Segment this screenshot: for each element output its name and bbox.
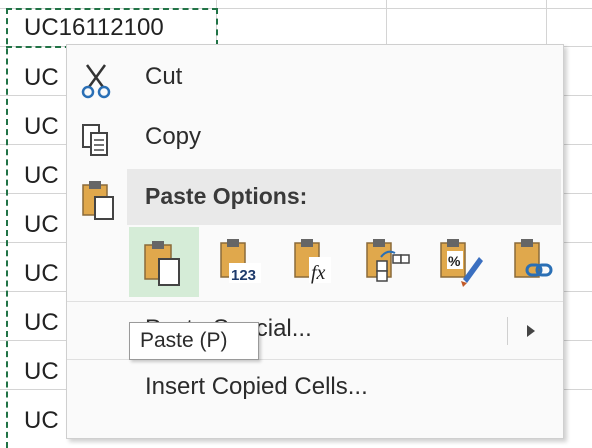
clipboard-icon [79,177,115,220]
paste-formulas-badge: fx [311,262,326,284]
paste-formulas-icon: fx [294,239,331,284]
paste-options-icon-area [67,169,127,225]
paste-formulas-button[interactable]: fx [277,227,347,297]
chevron-right-icon [527,325,535,337]
paste-options-label: Paste Options: [145,183,308,209]
paste-options-header: Paste Options: [127,169,561,225]
paste-values-badge: 123 [231,267,256,284]
copy-menu-item[interactable]: Copy [67,111,563,167]
context-menu: Cut Copy Paste Options: 123 fx % Special… [66,44,564,439]
copy-icon [79,121,115,157]
paste-formatting-icon: % [440,239,483,287]
paste-link-button[interactable] [499,227,569,297]
copy-marquee-top [6,8,218,10]
paste-icon [144,241,180,286]
paste-options-row: 123 fx % [127,227,561,299]
scissors-icon [79,61,115,99]
cut-label: Cut [145,63,183,90]
paste-button[interactable] [129,227,199,297]
paste-transpose-icon [366,239,410,282]
paste-transpose-button[interactable] [351,227,421,297]
submenu-separator [507,317,508,345]
paste-formatting-button[interactable]: % [425,227,495,297]
insert-copied-cells-menu-item[interactable]: Insert Copied Cells... [67,361,563,417]
tooltip-text: Paste (P) [140,329,228,352]
copy-label: Copy [145,123,202,150]
paste-values-icon: 123 [220,239,261,284]
copy-marquee-right [216,8,218,46]
cut-menu-item[interactable]: Cut [67,51,563,107]
paste-tooltip: Paste (P) [129,322,259,360]
paste-values-button[interactable]: 123 [203,227,273,297]
insert-copied-cells-label: Insert Copied Cells... [145,373,368,400]
paste-link-icon [514,239,553,278]
menu-separator [67,301,563,302]
paste-formatting-badge: % [448,253,461,269]
